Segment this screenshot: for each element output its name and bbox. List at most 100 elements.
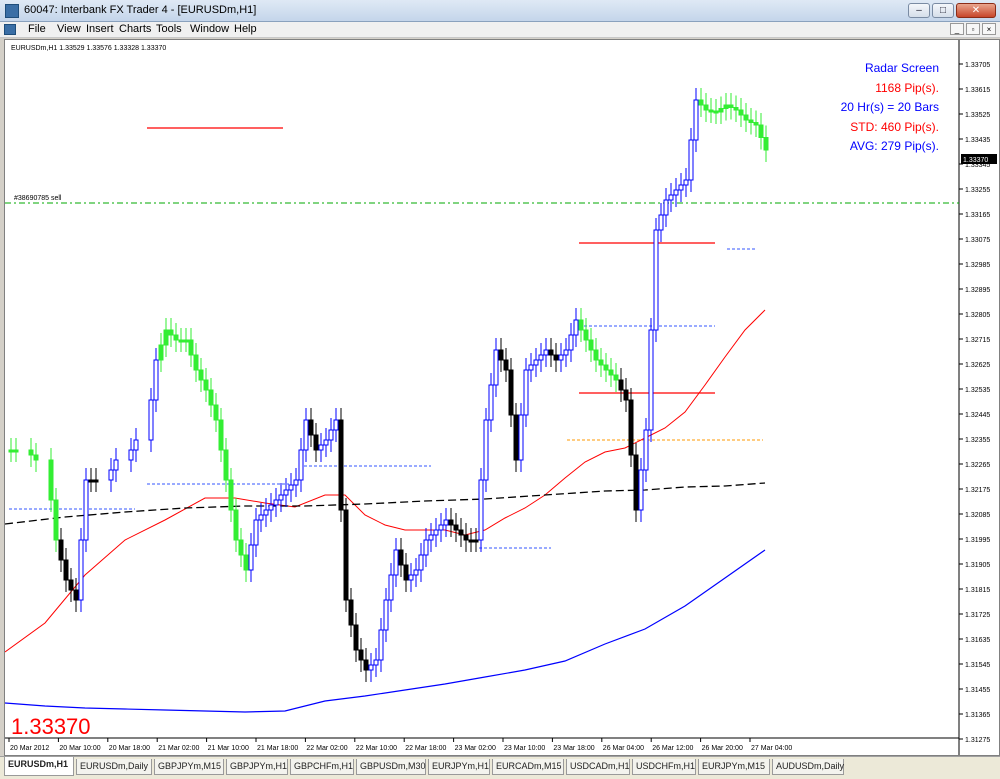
close-button[interactable]: ✕: [956, 3, 996, 18]
candle-body: [663, 199, 669, 216]
chart-restore-button[interactable]: ▫: [966, 23, 980, 35]
candle-body: [503, 359, 509, 371]
candle-body: [173, 334, 179, 341]
candle-body: [213, 404, 219, 421]
candle-body: [63, 559, 69, 581]
candle-body: [643, 429, 649, 471]
time-label: 27 Mar 04:00: [751, 745, 792, 752]
price-label: 1.32715: [965, 337, 990, 344]
candle-body: [303, 419, 309, 451]
candle-body: [73, 589, 79, 601]
candle-body: [223, 449, 229, 481]
price-label: 1.31275: [965, 737, 990, 744]
menu-help[interactable]: Help: [234, 23, 257, 35]
price-label: 1.32445: [965, 412, 990, 419]
candle-body: [133, 439, 139, 451]
candle-body: [253, 519, 259, 546]
candle-body: [648, 329, 654, 431]
candle-body: [363, 659, 369, 671]
chart-window-icon[interactable]: [4, 24, 16, 35]
candle-body: [148, 399, 154, 441]
order-label: #38690785 sell: [14, 195, 62, 202]
time-label: 22 Mar 18:00: [405, 745, 446, 752]
tab-gbpjpym-m15[interactable]: GBPJPYm,M15: [154, 759, 224, 775]
menu-window[interactable]: Window: [190, 23, 229, 35]
tab-eurcadm-m15[interactable]: EURCADm,M15: [492, 759, 564, 775]
candle-body: [298, 449, 304, 481]
candle-body: [333, 419, 339, 431]
price-label: 1.32625: [965, 362, 990, 369]
candle-body: [318, 444, 324, 451]
candle-body: [428, 534, 434, 541]
candle-body: [498, 349, 504, 361]
candle-body: [713, 110, 719, 114]
candle-body: [493, 349, 499, 386]
price-label: 1.33525: [965, 112, 990, 119]
price-label: 1.32985: [965, 262, 990, 269]
price-label: 1.31995: [965, 537, 990, 544]
candle-body: [688, 139, 694, 181]
tab-usdcadm-h1[interactable]: USDCADm,H1: [566, 759, 630, 775]
candle-body: [743, 114, 749, 121]
price-chart[interactable]: 1.337051.336151.335251.334351.333451.332…: [5, 40, 999, 755]
candle-body: [453, 524, 459, 531]
menu-insert[interactable]: Insert: [86, 23, 114, 35]
candle-body: [193, 354, 199, 371]
candle-body: [198, 369, 204, 381]
time-label: 20 Mar 18:00: [109, 745, 150, 752]
candle-body: [228, 479, 234, 511]
menu-charts[interactable]: Charts: [119, 23, 151, 35]
candle-body: [593, 349, 599, 361]
tab-eurusdm-h1[interactable]: EURUSDm,H1: [4, 757, 74, 776]
candle-body: [263, 509, 269, 516]
candle-body: [248, 544, 254, 571]
tab-eurjpym-h1[interactable]: EURJPYm,H1: [428, 759, 490, 775]
candle-body: [678, 184, 684, 191]
tab-gbpusdm-m30[interactable]: GBPUSDm,M30: [356, 759, 426, 775]
candle-body: [578, 319, 584, 331]
candle-body: [623, 389, 629, 401]
candle-body: [268, 504, 274, 511]
tab-eurusdm-daily[interactable]: EURUSDm,Daily: [76, 759, 152, 775]
candle-body: [293, 479, 299, 486]
chart-window[interactable]: 1.33705 1.33615 1.33525 1.33435 1.33345 1.332…: [4, 39, 1000, 756]
chart-minimize-button[interactable]: _: [950, 23, 964, 35]
price-label: 1.32535: [965, 387, 990, 394]
time-label: 26 Mar 12:00: [652, 745, 693, 752]
candle-body: [653, 229, 659, 331]
candle-body: [568, 334, 574, 351]
menu-tools[interactable]: Tools: [156, 23, 182, 35]
candle-body: [478, 479, 484, 541]
candle-body: [528, 364, 534, 371]
current-price-large: 1.33370: [11, 714, 91, 739]
candle-body: [683, 179, 689, 186]
candle-body: [33, 454, 39, 461]
candle-body: [178, 339, 184, 343]
candle-body: [613, 374, 619, 381]
candle-body: [738, 109, 744, 116]
candle-body: [588, 339, 594, 351]
candle-body: [703, 104, 709, 111]
title-bar: 60047: Interbank FX Trader 4 - [EURUSDm,…: [0, 0, 1000, 22]
minimize-button[interactable]: ‒: [908, 3, 930, 18]
price-label: 1.32265: [965, 462, 990, 469]
candle-body: [208, 389, 214, 406]
tab-gbpjpym-h1[interactable]: GBPJPYm,H1: [226, 759, 288, 775]
menu-view[interactable]: View: [57, 23, 81, 35]
menu-file[interactable]: File: [28, 23, 46, 35]
candle-body: [308, 419, 314, 436]
candle-body: [378, 629, 384, 661]
tab-gbpchfm-h1[interactable]: GBPCHFm,H1: [290, 759, 354, 775]
maximize-button[interactable]: □: [932, 3, 954, 18]
tab-eurjpym-m15[interactable]: EURJPYm,M15: [698, 759, 770, 775]
candle-body: [273, 499, 279, 506]
candle-body: [463, 534, 469, 541]
tab-usdchfm-h1[interactable]: USDCHFm,H1: [632, 759, 696, 775]
candle-body: [468, 539, 474, 543]
chart-close-button[interactable]: ×: [982, 23, 996, 35]
radar-avg: AVG: 279 Pip(s).: [850, 139, 939, 153]
candle-body: [458, 529, 464, 536]
tab-audusdm-daily[interactable]: AUDUSDm,Daily: [772, 759, 844, 775]
candle-body: [93, 479, 99, 483]
candle-body: [373, 659, 379, 666]
